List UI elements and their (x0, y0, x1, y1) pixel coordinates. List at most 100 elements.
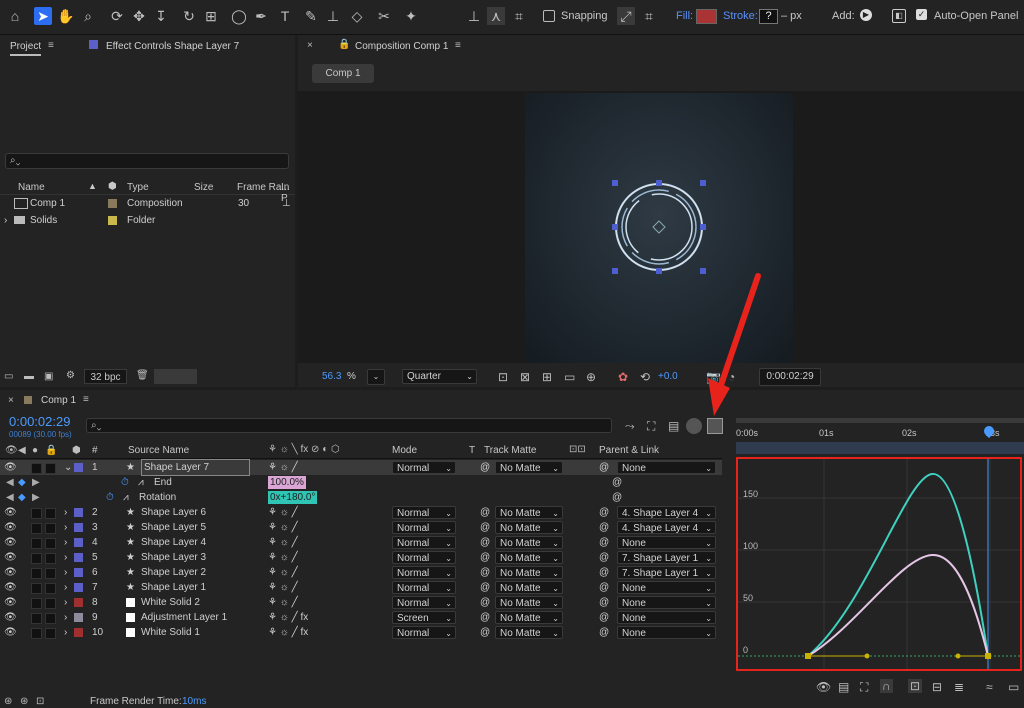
label-swatch[interactable] (74, 583, 83, 592)
layer-row[interactable]: 👁 › 3 ★ Shape Layer 5 ⚘ ☼ ╱ Normal ⌄ @ No Matte ⌄ @… (0, 520, 722, 535)
zoom-tool-icon[interactable]: ⌕ (79, 7, 97, 25)
home-icon[interactable]: ⌂ (6, 7, 24, 25)
col-name[interactable]: Name (18, 182, 45, 193)
solo-switch[interactable] (31, 628, 42, 639)
property-value[interactable]: 100.0% (268, 476, 306, 489)
solo-switch[interactable] (31, 568, 42, 579)
switches-icons[interactable]: ⚘ ☼ ╱ fx (268, 625, 308, 640)
graph-icon[interactable]: ⩘ (138, 475, 144, 490)
eye-icon[interactable]: 👁 (4, 460, 17, 475)
parent-pick-whip-icon[interactable]: @ (599, 580, 609, 595)
matte-header-icon[interactable]: ⊡⊡ (569, 444, 586, 455)
chevron-icon[interactable]: › (64, 565, 67, 580)
auto-open-checkbox[interactable]: ✓ (916, 9, 927, 20)
chevron-icon[interactable]: › (64, 580, 67, 595)
trash-icon[interactable]: 🗑 (136, 370, 149, 381)
tab-effect-controls[interactable]: Effect Controls Shape Layer 7 (106, 41, 239, 52)
settings-icon[interactable]: ⚙ (66, 370, 75, 381)
snapping-checkbox[interactable] (543, 10, 555, 22)
flowchart-icon[interactable]: ⊥ (282, 196, 291, 211)
col-source-name[interactable]: Source Name (128, 445, 189, 456)
label-swatch[interactable] (74, 508, 83, 517)
label-swatch[interactable] (74, 523, 83, 532)
snap-features-icon[interactable]: ⌗ (640, 7, 658, 25)
mode-dropdown[interactable]: Normal ⌄ (392, 581, 456, 594)
lock-switch[interactable] (45, 583, 56, 594)
parent-dropdown[interactable]: None ⌄ (617, 461, 716, 474)
fit-selection-icon[interactable]: ⊟ (932, 680, 942, 694)
track-matte-dropdown[interactable]: No Matte ⌄ (495, 596, 563, 609)
project-item[interactable]: › Solids Folder (0, 213, 295, 228)
lock-switch[interactable] (45, 568, 56, 579)
chevron-icon[interactable]: › (64, 505, 67, 520)
clone-stamp-icon[interactable]: ⊥ (324, 7, 342, 25)
keyframe-nav-icon[interactable]: ▶ (32, 490, 40, 505)
parent-pick-whip-icon[interactable]: @ (599, 505, 609, 520)
parent-pick-whip-icon[interactable]: @ (599, 535, 609, 550)
project-item[interactable]: Comp 1 Composition 30 ⊥ (0, 196, 295, 211)
type-tool-icon[interactable]: T (276, 7, 294, 25)
draft-3d-icon[interactable]: ⛶ (647, 419, 655, 434)
graph-type-icon[interactable]: ▤ (838, 680, 849, 694)
eye-icon[interactable]: 👁 (4, 565, 17, 580)
pick-whip-icon[interactable]: @ (480, 520, 490, 535)
new-folder-icon[interactable]: ▬ (24, 371, 34, 382)
graph-editor[interactable]: 150 100 50 0 (736, 457, 1022, 671)
add-play-icon[interactable]: ▶ (860, 9, 872, 21)
parent-pick-whip-icon[interactable]: @ (599, 550, 609, 565)
pan-camera-icon[interactable]: ✥ (130, 7, 148, 25)
modes-icon[interactable]: ⊛ (20, 696, 28, 707)
label-swatch[interactable] (74, 568, 83, 577)
label-swatch[interactable] (74, 598, 83, 607)
solo-switch[interactable] (31, 553, 42, 564)
mode-dropdown[interactable]: Normal ⌄ (392, 536, 456, 549)
work-area-bar[interactable] (736, 418, 1024, 423)
layer-row[interactable]: 👁 › 6 ★ Shape Layer 2 ⚘ ☼ ╱ Normal ⌄ @ No Matte ⌄ @… (0, 565, 722, 580)
lock-switch[interactable] (45, 598, 56, 609)
keyframe-nav-icon[interactable]: ▶ (32, 475, 40, 490)
fill-swatch[interactable] (696, 9, 717, 24)
bpc-button[interactable]: 32 bpc (84, 369, 127, 384)
col-mode[interactable]: Mode (392, 445, 417, 456)
transparency-grid-icon[interactable]: ⊠ (520, 370, 530, 384)
zoom-value[interactable]: 56.3 (322, 371, 341, 382)
tab-project[interactable]: Project (10, 41, 42, 56)
solo-switch[interactable] (31, 523, 42, 534)
parent-dropdown[interactable]: None ⌄ (617, 596, 716, 609)
stopwatch-icon[interactable]: ⏱ (106, 490, 114, 505)
axis-world-icon[interactable]: ⋏ (487, 7, 505, 25)
composition-mini-flowchart-icon[interactable]: ⤳ (625, 419, 635, 434)
3d-view-icon[interactable]: ⊕ (586, 370, 596, 384)
lock-switch[interactable] (45, 463, 56, 474)
lock-switch[interactable] (45, 538, 56, 549)
mode-dropdown[interactable]: Normal ⌄ (392, 506, 456, 519)
rotation-tool-icon[interactable]: ↻ (180, 7, 198, 25)
col-t[interactable]: T (469, 445, 475, 456)
keyframe-nav-icon[interactable]: ◀ (6, 490, 14, 505)
layer-name[interactable]: Shape Layer 4 (141, 535, 206, 550)
solo-switch[interactable] (31, 463, 42, 474)
switches-icons[interactable]: ⚘ ☼ ╱ (268, 595, 298, 610)
track-matte-dropdown[interactable]: No Matte ⌄ (495, 551, 563, 564)
panel-menu-icon[interactable]: ≡ (83, 394, 89, 405)
eye-icon[interactable]: 👁 (4, 625, 17, 640)
parent-dropdown[interactable]: 7. Shape Layer 1 ⌄ (617, 566, 716, 579)
separate-dimensions-icon[interactable]: ≈ (986, 680, 993, 694)
keyframe-icon[interactable]: ◆ (18, 490, 26, 505)
layer-name[interactable]: Adjustment Layer 1 (141, 610, 227, 625)
track-matte-dropdown[interactable]: No Matte ⌄ (495, 536, 563, 549)
shy-layers-icon[interactable]: ▤ (668, 419, 679, 433)
auto-zoom-icon[interactable]: ⊡ (908, 679, 923, 693)
layer-name[interactable]: Shape Layer 1 (141, 580, 206, 595)
parent-pick-whip-icon[interactable]: @ (599, 565, 609, 580)
track-matte-dropdown[interactable]: No Matte ⌄ (495, 566, 563, 579)
visibility-header-icon[interactable]: 👁 (5, 445, 18, 456)
col-number[interactable]: # (92, 445, 98, 456)
resolution-dropdown[interactable]: Quarter ⌄ (402, 369, 477, 384)
tab-timeline-comp[interactable]: Comp 1 (41, 395, 76, 406)
chevron-icon[interactable]: › (64, 595, 67, 610)
switches-icons[interactable]: ⚘ ☼ ╱ (268, 565, 298, 580)
channels-icon[interactable]: ✿ (618, 370, 628, 384)
layer-switches-icon[interactable]: ⊛ (4, 696, 12, 707)
puppet-pin-icon[interactable]: ✦ (402, 7, 420, 25)
